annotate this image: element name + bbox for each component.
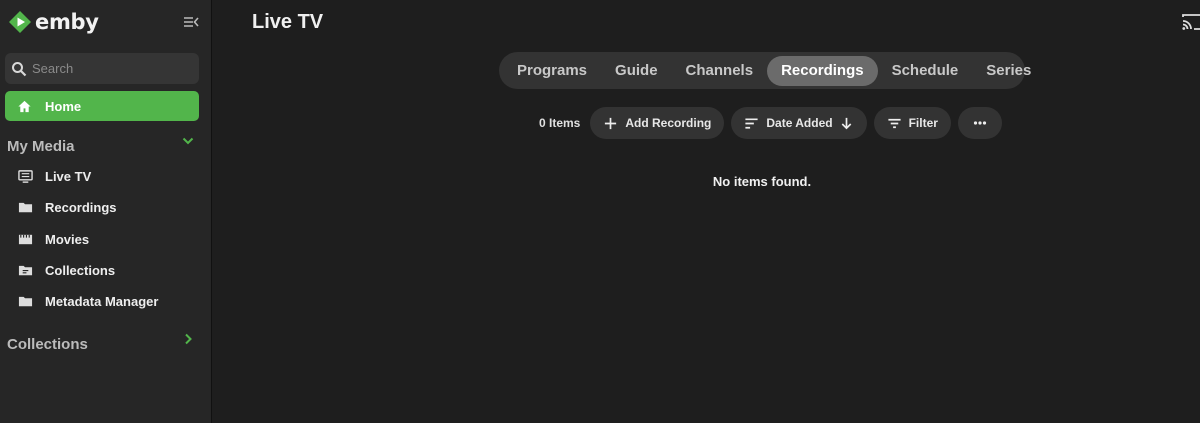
search-icon: [12, 61, 27, 76]
sort-button[interactable]: Date Added: [731, 107, 867, 139]
sort-icon: [745, 117, 758, 129]
filter-icon: [888, 118, 901, 128]
sidebar-item-movies[interactable]: Movies: [18, 229, 89, 249]
sidebar-item-live-tv[interactable]: Live TV: [18, 166, 91, 186]
section-title: My Media: [7, 138, 75, 155]
toolbar: 0 Items Add Recording Date Added Filter: [532, 107, 1009, 139]
filter-button[interactable]: Filter: [873, 107, 951, 139]
button-label: Date Added: [766, 116, 833, 130]
sidebar-item-collections[interactable]: Collections: [18, 260, 115, 280]
search-box[interactable]: [5, 53, 199, 84]
live-tv-icon: [18, 169, 33, 183]
plus-icon: [605, 117, 617, 129]
tab-channels[interactable]: Channels: [672, 56, 768, 86]
sidebar-item-label: Metadata Manager: [45, 293, 159, 309]
sidebar-item-label: Movies: [45, 231, 90, 247]
button-label: Add Recording: [625, 116, 712, 130]
section-title: Collections: [7, 336, 88, 353]
sidebar-item-label: Home: [45, 98, 82, 114]
section-collections[interactable]: Collections: [7, 333, 203, 356]
cast-icon[interactable]: [1182, 13, 1200, 31]
add-recording-button[interactable]: Add Recording: [590, 107, 725, 139]
sidebar-item-label: Collections: [45, 262, 116, 278]
tab-series[interactable]: Series: [972, 56, 1045, 86]
chevron-down-icon: [182, 137, 194, 145]
more-options-button[interactable]: [957, 107, 1002, 139]
sidebar: emby Home My Media Live TV: [0, 0, 212, 423]
collection-folder-icon: [18, 265, 33, 275]
collapse-menu-icon[interactable]: [182, 13, 200, 31]
folder-icon: [18, 296, 33, 306]
button-label: Filter: [908, 116, 938, 130]
movie-icon: [18, 234, 33, 244]
sidebar-item-metadata-manager[interactable]: Metadata Manager: [18, 291, 158, 311]
more-horizontal-icon: [973, 121, 987, 125]
emby-logo-icon: [9, 11, 31, 33]
search-input[interactable]: [32, 61, 192, 76]
sidebar-header: emby: [8, 10, 208, 36]
home-icon: [18, 100, 31, 112]
folder-icon: [18, 202, 33, 212]
arrow-down-icon: [841, 117, 851, 129]
tab-bar: Programs Guide Channels Recordings Sched…: [499, 52, 1031, 89]
tab-programs[interactable]: Programs: [503, 56, 601, 86]
section-my-media[interactable]: My Media: [7, 137, 203, 158]
tab-schedule[interactable]: Schedule: [878, 56, 973, 86]
emby-logo[interactable]: emby: [8, 10, 208, 34]
brand-name: emby: [35, 10, 99, 34]
sidebar-item-label: Recordings: [45, 199, 117, 215]
page-title: Live TV: [252, 11, 324, 33]
tab-recordings[interactable]: Recordings: [767, 55, 878, 86]
item-count: 0 Items: [539, 116, 581, 130]
sidebar-item-recordings[interactable]: Recordings: [18, 197, 117, 217]
tab-guide[interactable]: Guide: [601, 56, 672, 86]
chevron-right-icon: [185, 333, 192, 345]
sidebar-item-home[interactable]: Home: [5, 91, 199, 121]
empty-state-message: No items found.: [712, 174, 812, 189]
sidebar-item-label: Live TV: [45, 168, 92, 184]
